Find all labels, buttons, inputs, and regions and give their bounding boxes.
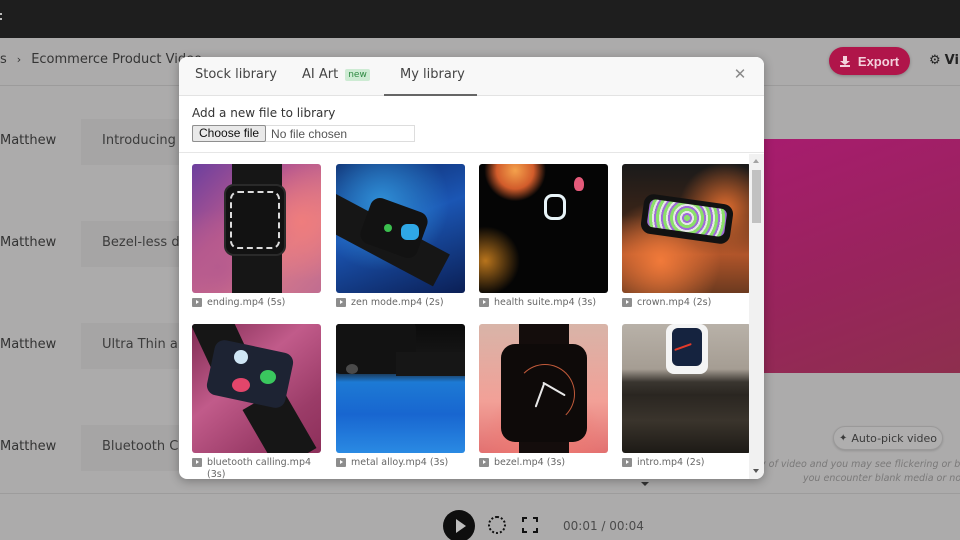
library-item[interactable]: ending.mp4 (5s)	[192, 164, 321, 309]
video-icon	[622, 458, 632, 467]
scroll-down-icon[interactable]	[752, 467, 761, 476]
video-icon	[192, 298, 202, 307]
window-top-bar	[0, 0, 960, 38]
modal-tab-bar: Stock library AI Art new My library ✕	[179, 57, 764, 96]
scene-row[interactable]: Matthew Introducing P	[0, 119, 201, 165]
fullscreen-icon[interactable]	[522, 517, 538, 533]
time-readout: 00:01 / 00:04	[563, 519, 644, 533]
tab-stock-library[interactable]: Stock library	[195, 67, 277, 82]
scene-row[interactable]: Matthew Bluetooth Ca	[0, 425, 201, 471]
auto-pick-label: Auto-pick video	[851, 431, 938, 445]
file-name: bluetooth calling.mp4 (3s)	[207, 457, 312, 479]
library-item[interactable]: metal alloy.mp4 (3s)	[336, 324, 465, 469]
breadcrumb-separator-icon: ›	[16, 53, 22, 66]
scene-speaker[interactable]: Matthew	[0, 235, 56, 250]
library-item[interactable]: health suite.mp4 (3s)	[479, 164, 608, 309]
upload-section: Add a new file to library Choose file No…	[179, 96, 764, 153]
video-settings-button[interactable]: ⚙ Vi	[929, 53, 959, 68]
choose-file-button[interactable]: Choose file	[192, 124, 267, 142]
sparkle-icon: ✦	[838, 432, 848, 444]
scene-row[interactable]: Matthew Ultra Thin an	[0, 323, 201, 369]
video-thumbnail[interactable]	[479, 164, 608, 293]
video-thumbnail[interactable]	[336, 164, 465, 293]
upload-label: Add a new file to library	[192, 106, 336, 120]
close-icon[interactable]: ✕	[732, 67, 748, 83]
library-grid: ending.mp4 (5s) zen mode.mp4 (2s) health…	[179, 154, 764, 479]
caret-down-icon[interactable]	[640, 479, 650, 489]
scrollbar-thumb[interactable]	[752, 170, 761, 223]
video-icon	[622, 298, 632, 307]
video-thumbnail[interactable]	[479, 324, 608, 453]
breadcrumb: s › Ecommerce Product Video	[0, 52, 202, 67]
file-status: No file chosen	[271, 126, 348, 141]
library-scrollbar[interactable]	[749, 154, 764, 479]
download-icon	[839, 55, 850, 67]
library-item[interactable]: crown.mp4 (2s)	[622, 164, 751, 309]
auto-pick-video-button[interactable]: ✦ Auto-pick video	[833, 426, 943, 450]
video-thumbnail[interactable]	[622, 324, 751, 453]
tab-ai-art[interactable]: AI Art new	[302, 67, 370, 82]
breadcrumb-item-parent[interactable]: s	[0, 52, 7, 67]
tab-ai-art-label: AI Art	[302, 67, 339, 82]
library-item[interactable]: intro.mp4 (2s)	[622, 324, 751, 469]
video-icon	[336, 458, 346, 467]
replay-icon[interactable]	[488, 516, 506, 534]
video-thumbnail[interactable]	[336, 324, 465, 453]
file-name: zen mode.mp4 (2s)	[351, 297, 444, 308]
warning-line: v of video and you may see flickering or…	[760, 459, 960, 470]
play-button[interactable]	[443, 510, 475, 540]
scene-speaker[interactable]: Matthew	[0, 133, 56, 148]
scene-speaker[interactable]: Matthew	[0, 439, 56, 454]
player-controls: 00:01 / 00:04	[0, 493, 960, 540]
new-badge: new	[345, 68, 370, 81]
scene-speaker[interactable]: Matthew	[0, 337, 56, 352]
export-label: Export	[857, 53, 900, 69]
tab-my-library[interactable]: My library	[400, 67, 465, 82]
file-name: intro.mp4 (2s)	[637, 457, 705, 468]
video-thumbnail[interactable]	[622, 164, 751, 293]
video-icon	[479, 298, 489, 307]
breadcrumb-item-project[interactable]: Ecommerce Product Video	[31, 52, 202, 67]
scroll-up-icon[interactable]	[752, 157, 761, 166]
video-icon	[479, 458, 489, 467]
gear-icon: ⚙	[929, 53, 941, 68]
scene-row[interactable]: Matthew Bezel-less de	[0, 221, 201, 267]
file-input[interactable]: Choose file No file chosen	[192, 124, 415, 142]
file-name: health suite.mp4 (3s)	[494, 297, 597, 308]
video-icon	[336, 298, 346, 307]
library-item[interactable]: zen mode.mp4 (2s)	[336, 164, 465, 309]
warning-line: you encounter blank media or no au	[803, 473, 960, 484]
video-thumbnail[interactable]	[192, 164, 321, 293]
video-icon	[192, 458, 202, 467]
video-preview	[764, 139, 960, 373]
library-item[interactable]: bluetooth calling.mp4 (3s)	[192, 324, 321, 479]
file-name: ending.mp4 (5s)	[207, 297, 286, 308]
media-library-modal: Stock library AI Art new My library ✕ Ad…	[179, 57, 764, 479]
export-button[interactable]: Export	[829, 47, 910, 75]
file-name: crown.mp4 (2s)	[637, 297, 712, 308]
video-thumbnail[interactable]	[192, 324, 321, 453]
video-settings-label: Vi	[944, 53, 959, 68]
file-name: metal alloy.mp4 (3s)	[351, 457, 449, 468]
library-item[interactable]: bezel.mp4 (3s)	[479, 324, 608, 469]
menu-icon[interactable]	[0, 13, 3, 23]
preview-warning-text: v of video and you may see flickering or…	[760, 458, 960, 486]
file-name: bezel.mp4 (3s)	[494, 457, 566, 468]
